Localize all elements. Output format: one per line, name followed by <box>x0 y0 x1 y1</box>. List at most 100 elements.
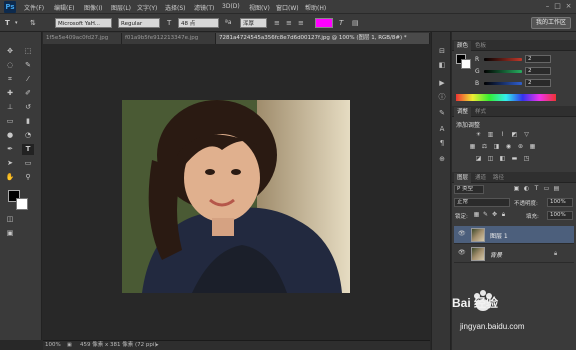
lock-pixels-icon[interactable]: ✎ <box>481 211 490 219</box>
move-tool-icon[interactable]: ✥ <box>4 46 16 57</box>
color-spectrum-ramp[interactable] <box>456 94 556 101</box>
zoom-level[interactable]: 100% <box>45 341 61 350</box>
channel-r-slider[interactable] <box>484 58 522 61</box>
filter-pixel-icon[interactable]: ▣ <box>512 185 521 193</box>
menu-help[interactable]: 帮助(H) <box>305 3 326 12</box>
invert-icon[interactable]: ◪ <box>474 155 483 163</box>
levels-icon[interactable]: ▥ <box>486 131 495 139</box>
exposure-icon[interactable]: ◩ <box>510 131 519 139</box>
text-orientation-icon[interactable]: ⇅ <box>30 17 36 29</box>
channel-g-value[interactable]: 2 <box>525 67 551 75</box>
brush-presets-icon[interactable]: ✎ <box>436 108 448 119</box>
align-right-icon[interactable]: ≡ <box>298 17 304 29</box>
tab-document-active[interactable]: 7281a4724545a356fc8e7d6d00127f.jpg @ 100… <box>216 33 430 44</box>
maximize-icon[interactable]: □ <box>553 2 562 11</box>
type-tool-icon[interactable]: T <box>5 17 10 29</box>
blur-tool-icon[interactable]: ● <box>4 130 16 141</box>
brightness-icon[interactable]: ☀ <box>474 131 483 139</box>
black-white-icon[interactable]: ◨ <box>492 143 501 151</box>
menu-type[interactable]: 文字(Y) <box>137 3 157 12</box>
channel-g-slider[interactable] <box>484 70 522 73</box>
font-size-field[interactable]: 48 点 <box>178 18 219 28</box>
character-panel-icon[interactable]: ▤ <box>352 17 359 29</box>
history-icon[interactable]: ⊟ <box>436 46 448 57</box>
menu-file[interactable]: 文件(F) <box>24 3 44 12</box>
align-left-icon[interactable]: ≡ <box>274 17 280 29</box>
menu-image[interactable]: 图像(I) <box>84 3 102 12</box>
text-color-swatch[interactable] <box>315 18 333 28</box>
gradient-map-icon[interactable]: ▬ <box>510 155 519 163</box>
menu-filter[interactable]: 滤镜(T) <box>194 3 214 12</box>
tab-document[interactable]: f01a9b5fe912213347e.jpg <box>122 33 216 44</box>
tab-channels[interactable]: 通道 <box>472 173 489 183</box>
paragraph-icon[interactable]: ¶ <box>436 138 448 149</box>
layer-filter-kind[interactable]: P 类型 <box>454 185 484 194</box>
eye-icon[interactable]: 👁︎ <box>458 249 466 258</box>
screen-mode-icon[interactable]: ▣ <box>4 228 16 239</box>
chevron-down-icon[interactable]: ▾ <box>15 17 18 29</box>
lock-transparent-icon[interactable]: ▦ <box>472 211 481 219</box>
selective-color-icon[interactable]: ◳ <box>522 155 531 163</box>
menu-layer[interactable]: 图层(L) <box>111 3 131 12</box>
posterize-icon[interactable]: ◫ <box>486 155 495 163</box>
tab-document[interactable]: 1f5e5e409ac0fd27.jpg <box>43 33 122 44</box>
filter-type-icon[interactable]: T <box>532 185 541 193</box>
layer-row[interactable]: 👁︎ 图层 1 <box>454 226 574 244</box>
eyedropper-tool-icon[interactable]: ⁄ <box>22 74 34 85</box>
gradient-tool-icon[interactable]: ▮ <box>22 116 34 127</box>
menu-edit[interactable]: 编辑(E) <box>54 3 74 12</box>
clone-stamp-tool-icon[interactable]: ⊥ <box>4 102 16 113</box>
photo-canvas[interactable] <box>122 100 350 293</box>
quick-select-tool-icon[interactable]: ✎ <box>22 60 34 71</box>
rectangle-tool-icon[interactable]: ▭ <box>22 158 34 169</box>
tab-adjustments[interactable]: 调整 <box>454 107 472 117</box>
blend-mode-select[interactable]: 正常 <box>454 198 510 207</box>
pen-tool-icon[interactable]: ✒ <box>4 144 16 155</box>
tab-paths[interactable]: 路径 <box>490 173 507 183</box>
menu-3d[interactable]: 3D(D) <box>222 3 240 10</box>
chevron-right-icon[interactable]: ▸ <box>156 341 159 350</box>
actions-icon[interactable]: ▶ <box>436 78 448 89</box>
path-select-tool-icon[interactable]: ➤ <box>4 158 16 169</box>
healing-tool-icon[interactable]: ✚ <box>4 88 16 99</box>
threshold-icon[interactable]: ◧ <box>498 155 507 163</box>
crop-tool-icon[interactable]: ⌗ <box>4 74 16 85</box>
channel-b-slider[interactable] <box>484 82 522 85</box>
eraser-tool-icon[interactable]: ▭ <box>4 116 16 127</box>
layer-row[interactable]: 👁︎ 背景 🔒︎ <box>454 245 574 263</box>
font-family-select[interactable]: Microsoft YaH... <box>55 18 112 28</box>
marquee-tool-icon[interactable]: ⬚ <box>22 46 34 57</box>
warp-text-icon[interactable]: T <box>339 17 343 29</box>
quick-mask-icon[interactable]: ◫ <box>4 214 16 225</box>
menu-select[interactable]: 选择(S) <box>165 3 186 12</box>
layer-name[interactable]: 图层 1 <box>490 231 508 240</box>
character-icon[interactable]: A <box>436 124 448 135</box>
channel-r-value[interactable]: 2 <box>525 55 551 63</box>
color-balance-icon[interactable]: ⚖ <box>480 143 489 151</box>
layer-name[interactable]: 背景 <box>490 250 502 259</box>
channel-mixer-icon[interactable]: ⊛ <box>516 143 525 151</box>
brush-tool-icon[interactable]: ✐ <box>22 88 34 99</box>
curves-icon[interactable]: ⌇ <box>498 131 507 139</box>
color-lookup-icon[interactable]: ▦ <box>528 143 537 151</box>
align-center-icon[interactable]: ≡ <box>286 17 292 29</box>
eye-icon[interactable]: 👁︎ <box>458 230 466 239</box>
font-style-select[interactable]: Regular <box>118 18 160 28</box>
lock-position-icon[interactable]: ✥ <box>490 211 499 219</box>
properties-icon[interactable]: ◧ <box>436 60 448 71</box>
fill-field[interactable]: 100% <box>547 211 573 220</box>
lock-all-icon[interactable]: 🔒︎ <box>499 211 508 219</box>
clone-source-icon[interactable]: ⊕ <box>436 154 448 165</box>
minimize-icon[interactable]: – <box>543 2 552 11</box>
tab-swatches[interactable]: 色板 <box>472 41 489 51</box>
filter-smart-icon[interactable]: ▤ <box>552 185 561 193</box>
close-icon[interactable]: × <box>564 2 573 11</box>
tab-layers[interactable]: 图层 <box>454 173 472 183</box>
menu-view[interactable]: 视图(V) <box>249 3 270 12</box>
type-tool-icon[interactable]: T <box>22 144 34 155</box>
antialias-select[interactable]: 浑厚 <box>240 18 267 28</box>
tab-color[interactable]: 颜色 <box>454 41 472 51</box>
filter-adjust-icon[interactable]: ◐ <box>522 185 531 193</box>
filter-shape-icon[interactable]: ▭ <box>542 185 551 193</box>
hue-saturation-icon[interactable]: ▦ <box>468 143 477 151</box>
